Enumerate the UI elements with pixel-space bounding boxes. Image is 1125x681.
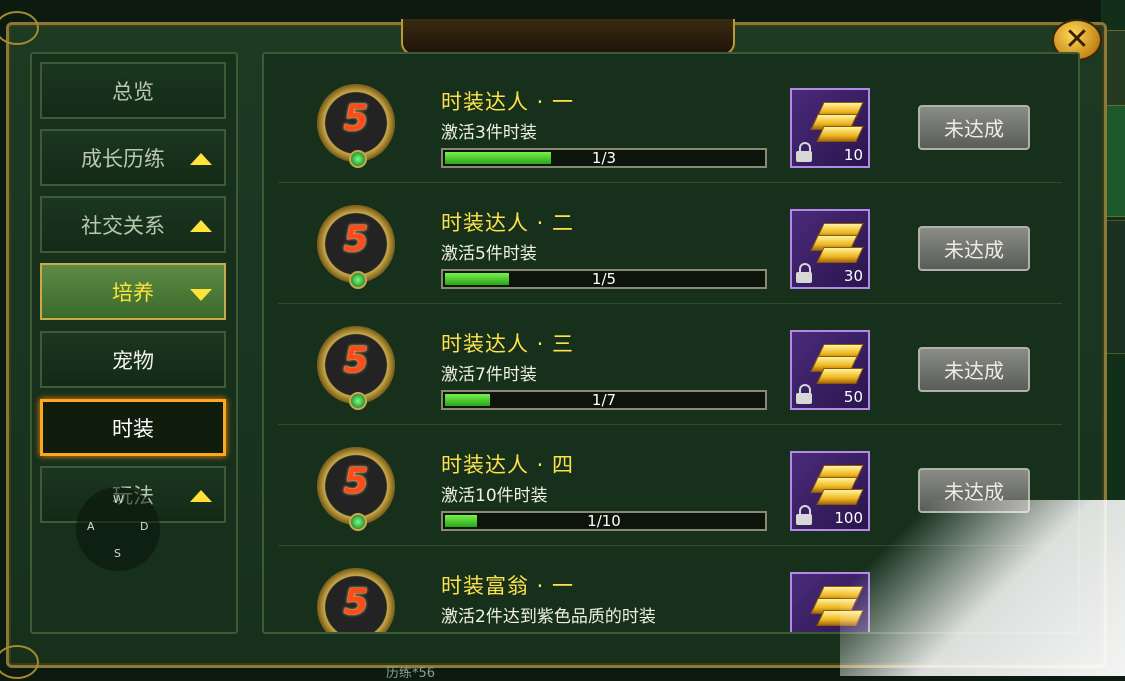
not-achieved-button[interactable]: 未达成 (918, 468, 1030, 513)
triangle-up-icon (190, 220, 212, 232)
reward-item[interactable]: 10 (790, 88, 870, 168)
achievement-medal-icon: 5 (313, 205, 399, 291)
achievement-row: 5 时装达人 · 三 激活7件时装 1/7 50 未达成 (278, 304, 1062, 425)
close-icon: ✕ (1064, 22, 1090, 57)
achievement-row: 5 时装达人 · 一 激活3件时装 1/3 10 未达成 (278, 62, 1062, 183)
sidebar-item-pet[interactable]: 宠物 (40, 331, 226, 388)
lock-icon (796, 263, 812, 283)
achievement-medal-icon: 5 (313, 84, 399, 170)
not-achieved-button[interactable]: 未达成 (918, 226, 1030, 271)
progress-text: 1/7 (591, 391, 617, 409)
achievement-description: 激活2件达到紫色品质的时装 (441, 607, 656, 627)
progress-text: 1/3 (591, 149, 617, 167)
achievement-description: 激活3件时装 (441, 123, 537, 143)
achievement-medal-icon: 5 (313, 326, 399, 412)
title-ornament (401, 19, 735, 55)
reward-item[interactable]: 50 (790, 330, 870, 410)
reward-item[interactable] (790, 572, 870, 632)
progress-text: 1/10 (587, 512, 621, 530)
achievement-title: 时装达人 · 二 (441, 211, 575, 235)
achievement-title: 时装达人 · 一 (441, 90, 575, 114)
progress-bar: 1/3 (441, 148, 767, 168)
achievement-title: 时装达人 · 三 (441, 332, 575, 356)
triangle-up-icon (190, 153, 212, 165)
sidebar-item-overview[interactable]: 总览 (40, 62, 226, 119)
progress-bar: 1/7 (441, 390, 767, 410)
sidebar-item-growth[interactable]: 成长历练 (40, 129, 226, 186)
footer-text: 历练*56 (386, 666, 436, 681)
sidebar-item-label: 社交关系 (81, 213, 165, 238)
lock-icon (796, 505, 812, 525)
sidebar-item-label: 宠物 (112, 348, 154, 373)
gold-ingot-icon (806, 465, 864, 505)
sidebar-item-label: 培养 (112, 280, 154, 305)
reward-quantity: 30 (843, 267, 863, 285)
sidebar-item-fashion[interactable]: 时装 (40, 399, 226, 456)
achievement-row: 5 时装达人 · 四 激活10件时装 1/10 100 未达成 (278, 425, 1062, 546)
achievement-row: 5 时装达人 · 二 激活5件时装 1/5 30 未达成 (278, 183, 1062, 304)
achievement-list[interactable]: 5 时装达人 · 一 激活3件时装 1/3 10 未达成 5 时装达人 · 二 … (262, 52, 1080, 634)
progress-bar: 1/5 (441, 269, 767, 289)
not-achieved-button[interactable]: 未达成 (918, 105, 1030, 150)
reward-item[interactable]: 100 (790, 451, 870, 531)
achievement-medal-icon: 5 (313, 568, 399, 632)
reward-quantity: 100 (834, 509, 863, 527)
joystick-key-w: W (113, 493, 124, 506)
joystick-key-s: S (114, 547, 121, 560)
sidebar-item-label: 成长历练 (81, 146, 165, 171)
reward-quantity: 10 (843, 146, 863, 164)
not-achieved-button[interactable]: 未达成 (918, 347, 1030, 392)
sidebar-item-social[interactable]: 社交关系 (40, 196, 226, 253)
achievement-title: 时装达人 · 四 (441, 453, 575, 477)
sidebar-item-label: 总览 (112, 79, 154, 104)
progress-text: 1/5 (591, 270, 617, 288)
achievement-description: 激活5件时装 (441, 244, 537, 264)
achievement-medal-icon: 5 (313, 447, 399, 533)
sidebar-item-label: 时装 (112, 416, 154, 441)
reward-quantity: 50 (843, 388, 863, 406)
gold-ingot-icon (806, 102, 864, 142)
virtual-joystick[interactable]: W A D S (76, 487, 160, 571)
achievement-description: 激活10件时装 (441, 486, 548, 506)
triangle-up-icon (190, 490, 212, 502)
corner-ornament-icon (0, 645, 39, 679)
gold-ingot-icon (806, 223, 864, 263)
gold-ingot-icon (806, 344, 864, 384)
joystick-key-d: D (140, 520, 149, 533)
progress-bar: 1/10 (441, 511, 767, 531)
triangle-down-icon (190, 289, 212, 301)
reward-item[interactable]: 30 (790, 209, 870, 289)
lock-icon (796, 384, 812, 404)
achievement-row: 5 时装富翁 · 一 激活2件达到紫色品质的时装 (278, 546, 1062, 632)
lock-icon (796, 142, 812, 162)
corner-ornament-icon (0, 11, 39, 45)
achievement-description: 激活7件时装 (441, 365, 537, 385)
gold-ingot-icon (806, 586, 864, 626)
joystick-key-a: A (87, 520, 95, 533)
achievement-title: 时装富翁 · 一 (441, 574, 575, 598)
sidebar-item-cultivate[interactable]: 培养 (40, 263, 226, 320)
